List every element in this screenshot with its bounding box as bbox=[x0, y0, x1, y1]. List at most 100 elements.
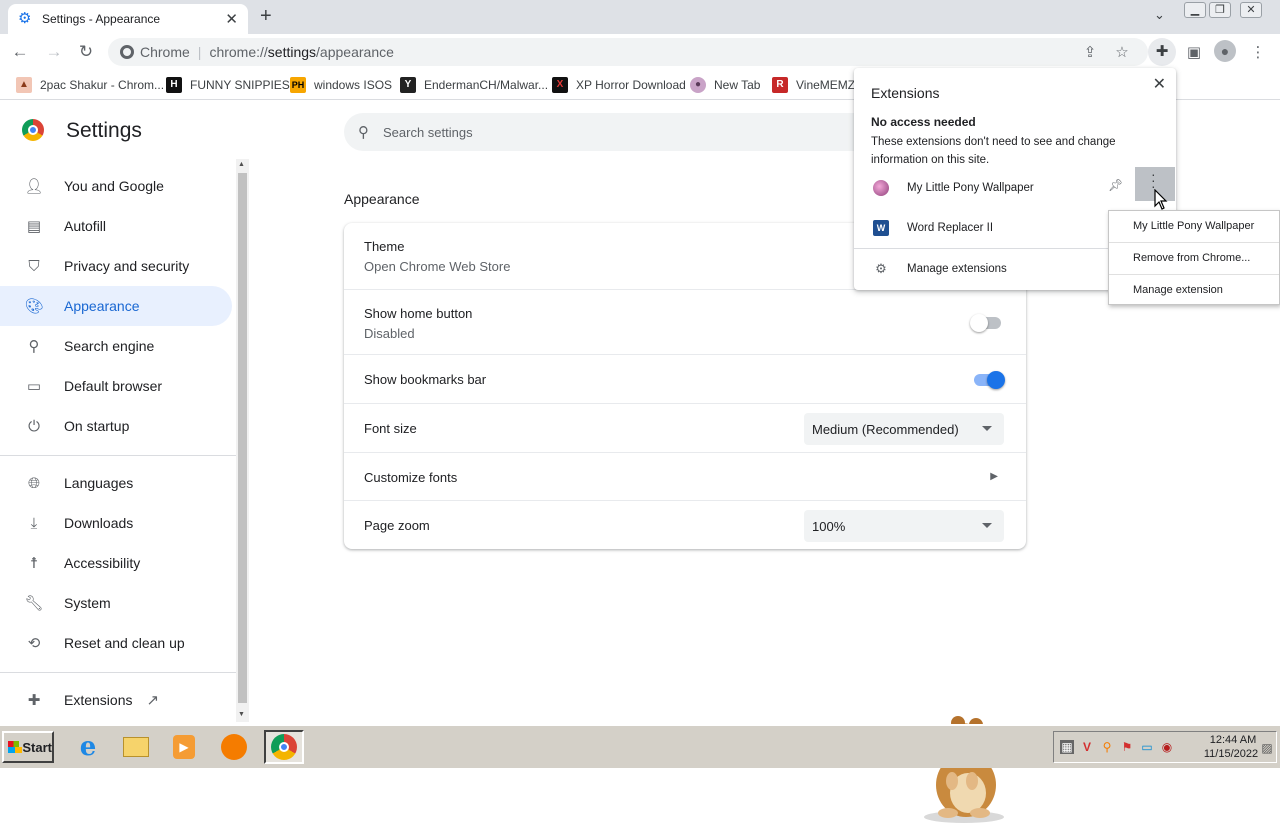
h-favicon-icon: H bbox=[166, 77, 182, 93]
sidebar-item-system[interactable]: 🔧︎ System bbox=[0, 583, 232, 623]
sidebar-item-search-engine[interactable]: ⚲ Search engine bbox=[0, 326, 232, 366]
no-access-heading: No access needed bbox=[871, 115, 976, 129]
clock-time[interactable]: 12:44 AM bbox=[1208, 734, 1258, 746]
open-in-new-icon: ↗ bbox=[146, 692, 160, 709]
media-player-icon[interactable]: ▶ bbox=[164, 730, 204, 764]
sidebar-item-appearance[interactable]: 🎨︎ Appearance bbox=[0, 286, 232, 326]
bookmark-item[interactable]: H FUNNY SNIPPIES bbox=[166, 77, 290, 93]
show-desktop-icon[interactable]: ▨ bbox=[1260, 741, 1274, 755]
scroll-up-icon[interactable]: ▲ bbox=[238, 161, 245, 168]
close-icon[interactable]: ✕ bbox=[1153, 74, 1166, 94]
bookmark-item[interactable]: X XP Horror Download bbox=[552, 77, 686, 93]
customize-fonts-row[interactable]: Customize fonts ▶ bbox=[344, 452, 1026, 500]
bookmark-item[interactable]: PH windows ISOS bbox=[290, 77, 392, 93]
bookmarks-bar-row: Show bookmarks bar bbox=[344, 354, 1026, 403]
extension-context-menu: My Little Pony Wallpaper Remove from Chr… bbox=[1108, 210, 1280, 305]
close-window-button[interactable]: ✕ bbox=[1240, 2, 1262, 18]
manage-extensions-label: Manage extensions bbox=[907, 263, 1007, 275]
share-icon[interactable]: ⇪ bbox=[1080, 43, 1100, 61]
sidebar-item-downloads[interactable]: ⤓ Downloads bbox=[0, 503, 232, 543]
menu-item-remove-from-chrome[interactable]: Remove from Chrome... bbox=[1109, 243, 1279, 273]
toggle-knob bbox=[987, 371, 1005, 389]
extensions-popup-title: Extensions bbox=[871, 85, 940, 101]
sidebar-item-reset-and-clean-up[interactable]: ⟲ Reset and clean up bbox=[0, 623, 232, 663]
browser-icon: ▭ bbox=[26, 378, 42, 395]
bookmark-item[interactable]: R VineMEMZ bbox=[772, 77, 855, 93]
restore-button[interactable]: ❐ bbox=[1209, 2, 1231, 18]
sidebar-item-on-startup[interactable]: ⏻ On startup bbox=[0, 406, 232, 446]
forward-icon[interactable]: → bbox=[44, 42, 64, 62]
profile-avatar[interactable]: ● bbox=[1214, 40, 1236, 62]
tab-search-icon[interactable]: ⌄ bbox=[1154, 7, 1165, 23]
file-explorer-icon[interactable] bbox=[116, 730, 156, 764]
network-icon[interactable]: ▭ bbox=[1140, 740, 1154, 754]
flag-icon[interactable]: ⚑ bbox=[1120, 740, 1134, 754]
windows-taskbar: Start e ▶ ▦ V ⚲ ⚑ ▭ ◉ 12:44 AM 11/15/202… bbox=[0, 724, 1280, 768]
page-title: Settings bbox=[66, 119, 142, 142]
shield-icon: ⛉ bbox=[28, 257, 40, 275]
menu-kebab-icon[interactable]: ⋮ bbox=[1248, 43, 1268, 61]
sidebar-item-accessibility[interactable]: ☨ Accessibility bbox=[0, 543, 232, 583]
sidebar-item-languages[interactable]: 🌐︎ Languages bbox=[0, 463, 232, 503]
clock-date[interactable]: 11/15/2022 bbox=[1202, 748, 1260, 760]
newtab-favicon-icon: ● bbox=[690, 77, 706, 93]
bookmark-item[interactable]: ▲ 2pac Shakur - Chrom... bbox=[16, 77, 164, 93]
sidebar-item-label: On startup bbox=[64, 418, 130, 434]
side-panel-icon[interactable]: ▣ bbox=[1184, 43, 1204, 61]
antivirus-icon[interactable]: V bbox=[1080, 740, 1094, 754]
page-zoom-value: 100% bbox=[812, 518, 846, 534]
pin-icon[interactable]: 📌︎ bbox=[1108, 178, 1123, 192]
page-zoom-select[interactable]: 100% bbox=[804, 510, 1004, 542]
bookmarks-bar-toggle[interactable] bbox=[974, 371, 1005, 389]
sidebar-scrollbar[interactable]: ▲ ▼ bbox=[236, 159, 249, 722]
sidebar-item-privacy-and-security[interactable]: ⛉ Privacy and security bbox=[0, 246, 232, 286]
scroll-down-icon[interactable]: ▼ bbox=[238, 711, 245, 718]
magnifier-icon[interactable]: ⚲ bbox=[1100, 740, 1114, 754]
home-button-sub: Disabled bbox=[364, 326, 415, 341]
internet-explorer-icon[interactable]: e bbox=[68, 730, 108, 764]
extensions-puzzle-icon[interactable]: ✚ bbox=[1148, 38, 1176, 66]
uc-browser-icon[interactable] bbox=[214, 730, 254, 764]
system-tray: ▦ V ⚲ ⚑ ▭ ◉ 12:44 AM 11/15/2022 ▨ bbox=[1053, 731, 1277, 763]
chrome-taskbar-icon[interactable] bbox=[264, 730, 304, 764]
reload-icon[interactable]: ↻ bbox=[76, 42, 96, 62]
back-icon[interactable]: ← bbox=[10, 42, 30, 62]
sidebar-divider bbox=[0, 672, 236, 673]
tab-title: Settings - Appearance bbox=[42, 12, 161, 26]
bookmark-item[interactable]: ● New Tab bbox=[690, 77, 760, 93]
sidebar-item-extensions[interactable]: ✚ Extensions ↗ bbox=[0, 680, 232, 720]
page-zoom-row: Page zoom 100% bbox=[344, 500, 1026, 549]
palette-icon: 🎨︎ bbox=[24, 298, 44, 315]
sidebar-item-you-and-google[interactable]: 👤︎ You and Google bbox=[0, 166, 232, 206]
font-size-select[interactable]: Medium (Recommended) bbox=[804, 413, 1004, 445]
omnibox[interactable]: Chrome | chrome://settings/appearance bbox=[108, 38, 1148, 66]
extension-item-my-little-pony[interactable]: My Little Pony Wallpaper bbox=[854, 171, 1176, 205]
url-scheme: chrome:// bbox=[209, 44, 268, 60]
bookmark-label: EndermanCH/Malwar... bbox=[424, 78, 549, 92]
close-tab-icon[interactable]: ✕ bbox=[225, 10, 238, 28]
font-size-label: Font size bbox=[364, 421, 417, 436]
sidebar-item-label: Autofill bbox=[64, 218, 107, 234]
volume-icon[interactable]: ◉ bbox=[1160, 740, 1174, 754]
menu-item-extension-name[interactable]: My Little Pony Wallpaper bbox=[1109, 211, 1279, 241]
new-tab-button[interactable]: + bbox=[260, 5, 272, 28]
mouse-cursor-icon bbox=[1154, 189, 1168, 210]
customize-fonts-label: Customize fonts bbox=[364, 470, 458, 485]
start-button[interactable]: Start bbox=[2, 731, 54, 763]
theme-sub: Open Chrome Web Store bbox=[364, 259, 511, 274]
sidebar-item-label: Default browser bbox=[64, 378, 163, 394]
ph-favicon-icon: PH bbox=[290, 77, 306, 93]
home-button-toggle[interactable] bbox=[970, 314, 1001, 332]
pony-extension-icon bbox=[873, 180, 889, 196]
menu-item-manage-extension[interactable]: Manage extension bbox=[1109, 275, 1279, 305]
tab-settings-appearance[interactable]: ⚙ Settings - Appearance ✕ bbox=[8, 4, 248, 34]
bookmark-star-icon[interactable]: ☆ bbox=[1112, 43, 1132, 61]
sidebar-item-default-browser[interactable]: ▭ Default browser bbox=[0, 366, 232, 406]
minimize-button[interactable]: ▁ bbox=[1184, 2, 1206, 18]
sidebar-item-autofill[interactable]: ▤ Autofill bbox=[0, 206, 232, 246]
bookmark-item[interactable]: Y EndermanCH/Malwar... bbox=[400, 77, 548, 93]
tab-strip: ⚙ Settings - Appearance ✕ + ⌄ ▁ ❐ ✕ bbox=[0, 0, 1280, 34]
scrollbar-thumb[interactable] bbox=[238, 173, 247, 703]
windows-logo-icon bbox=[8, 741, 23, 753]
tray-app-icon[interactable]: ▦ bbox=[1060, 740, 1074, 754]
